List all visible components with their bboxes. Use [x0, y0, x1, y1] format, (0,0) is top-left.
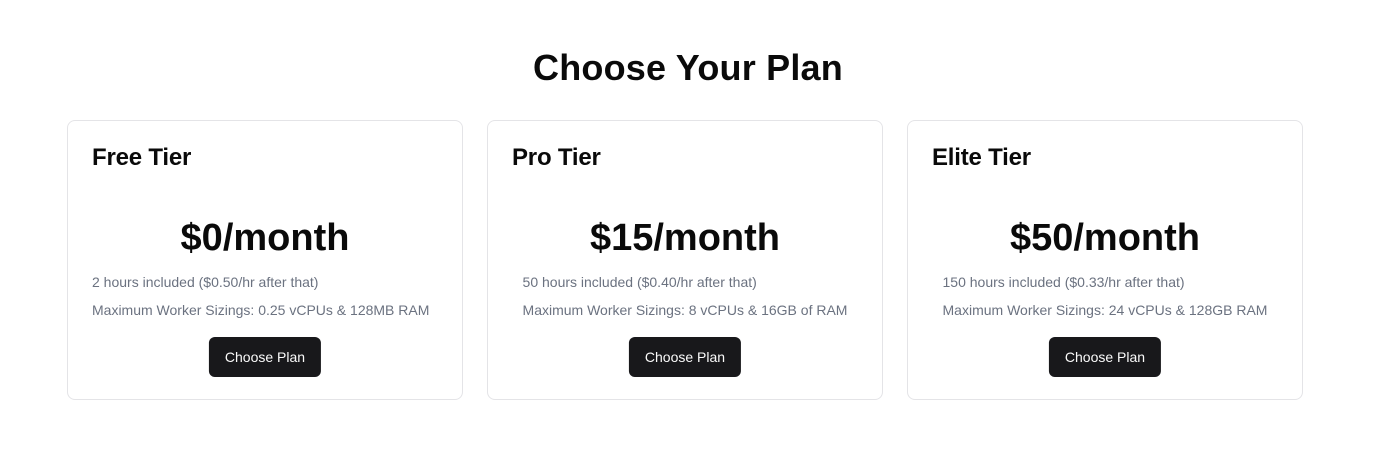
- plan-details: 50 hours included ($0.40/hr after that) …: [488, 272, 882, 328]
- plan-price: $0/month: [180, 217, 350, 259]
- plan-price: $15/month: [589, 217, 781, 259]
- plan-sizing: Maximum Worker Sizings: 8 vCPUs & 16GB o…: [522, 302, 848, 318]
- plan-hours: 2 hours included ($0.50/hr after that): [92, 274, 319, 290]
- plan-price: $50/month: [1009, 217, 1201, 259]
- page-title: Choose Your Plan: [533, 47, 843, 88]
- plan-card-elite: Elite Tier $50/month 150 hours included …: [907, 120, 1303, 400]
- plan-details: 150 hours included ($0.33/hr after that)…: [908, 272, 1302, 328]
- plan-title: Free Tier: [92, 144, 192, 171]
- plan-hours: 50 hours included ($0.40/hr after that): [522, 274, 757, 290]
- plan-card-pro: Pro Tier $15/month 50 hours included ($0…: [487, 120, 883, 400]
- plan-hours: 150 hours included ($0.33/hr after that): [942, 274, 1185, 290]
- plans-grid: Free Tier $0/month 2 hours included ($0.…: [67, 120, 1303, 400]
- plan-card-free: Free Tier $0/month 2 hours included ($0.…: [67, 120, 463, 400]
- plan-details: 2 hours included ($0.50/hr after that) M…: [68, 272, 462, 328]
- choose-plan-button-elite[interactable]: Choose Plan: [1048, 337, 1162, 377]
- plan-title: Pro Tier: [512, 144, 601, 171]
- plan-title: Elite Tier: [932, 144, 1031, 171]
- choose-plan-button-free[interactable]: Choose Plan: [208, 337, 322, 377]
- choose-plan-button-pro[interactable]: Choose Plan: [628, 337, 742, 377]
- pricing-page: Choose Your Plan Free Tier $0/month 2 ho…: [0, 0, 1376, 450]
- plan-sizing: Maximum Worker Sizings: 24 vCPUs & 128GB…: [942, 302, 1268, 318]
- plan-sizing: Maximum Worker Sizings: 0.25 vCPUs & 128…: [92, 302, 430, 318]
